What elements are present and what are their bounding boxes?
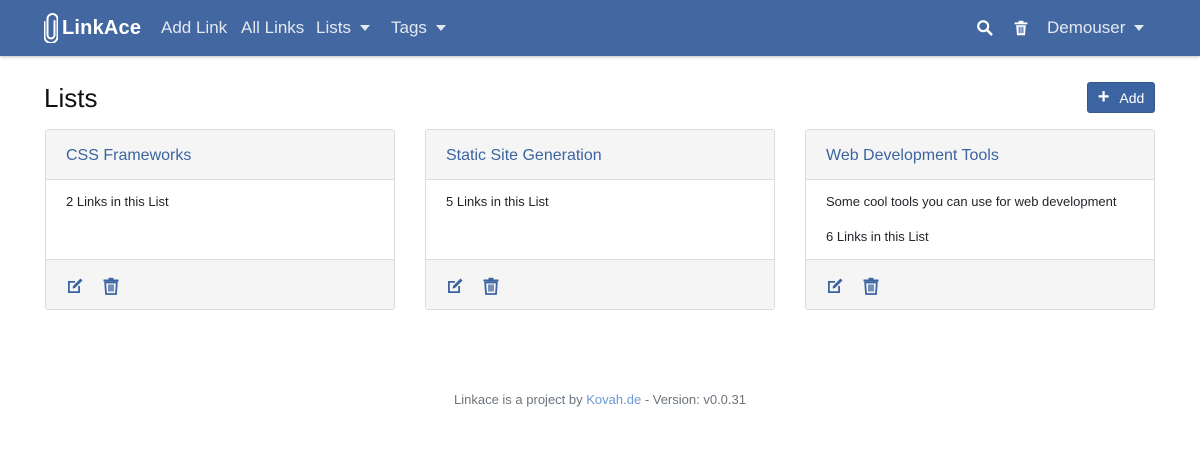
nav-all-links[interactable]: All Links [241, 17, 304, 39]
nav-lists-label: Lists [316, 18, 351, 37]
card-footer [426, 259, 774, 309]
page-title: Lists [44, 83, 98, 113]
list-description: Some cool tools you can use for web deve… [826, 194, 1117, 209]
card-header: CSS Frameworks [46, 130, 394, 180]
card-body: 5 Links in this List [426, 180, 774, 259]
card-body: 2 Links in this List [46, 180, 394, 259]
list-link-count: 5 Links in this List [446, 194, 549, 209]
card-header: Web Development Tools [806, 130, 1154, 180]
card-footer [806, 259, 1154, 309]
list-link-count: 6 Links in this List [826, 229, 929, 244]
trash-icon[interactable] [102, 277, 120, 295]
edit-icon[interactable] [66, 277, 84, 295]
list-card: Static Site Generation 5 Links in this L… [425, 129, 775, 310]
trash-icon[interactable] [482, 277, 500, 295]
trash-icon[interactable] [1011, 18, 1031, 38]
nav-add-link[interactable]: Add Link [161, 17, 227, 39]
footer-version: - Version: v0.0.31 [644, 392, 746, 407]
paperclip-icon [44, 13, 58, 43]
search-icon[interactable] [975, 18, 995, 38]
card-header: Static Site Generation [426, 130, 774, 180]
page-footer: Linkace is a project by Kovah.de - Versi… [0, 392, 1200, 408]
card-footer [46, 259, 394, 309]
navbar: LinkAce Add Link All Links Lists Tags De… [0, 0, 1200, 56]
nav-tags-label: Tags [391, 18, 427, 37]
user-menu-dropdown[interactable]: Demouser [1047, 17, 1145, 39]
list-title-link[interactable]: Web Development Tools [826, 146, 999, 166]
add-button-label: Add [1119, 89, 1145, 106]
chevron-down-icon [1134, 25, 1145, 31]
list-title-link[interactable]: CSS Frameworks [66, 146, 191, 166]
nav-tags-dropdown[interactable]: Tags [391, 17, 446, 39]
edit-icon[interactable] [446, 277, 464, 295]
list-card: Web Development Tools Some cool tools yo… [805, 129, 1155, 310]
card-body: Some cool tools you can use for web deve… [806, 180, 1154, 259]
list-title-link[interactable]: Static Site Generation [446, 146, 602, 166]
footer-prefix: Linkace is a project by [454, 392, 583, 407]
list-card: CSS Frameworks 2 Links in this List [45, 129, 395, 310]
chevron-down-icon [435, 25, 446, 31]
brand-link[interactable]: LinkAce [44, 12, 141, 44]
user-name: Demouser [1047, 18, 1126, 37]
brand-name: LinkAce [62, 16, 142, 39]
chevron-down-icon [359, 25, 370, 31]
trash-icon[interactable] [862, 277, 880, 295]
plus-icon: + [1097, 85, 1110, 108]
add-list-button[interactable]: + Add [1087, 82, 1155, 113]
list-link-count: 2 Links in this List [66, 194, 169, 209]
edit-icon[interactable] [826, 277, 844, 295]
footer-author-link[interactable]: Kovah.de [586, 392, 641, 407]
nav-lists-dropdown[interactable]: Lists [316, 17, 370, 39]
